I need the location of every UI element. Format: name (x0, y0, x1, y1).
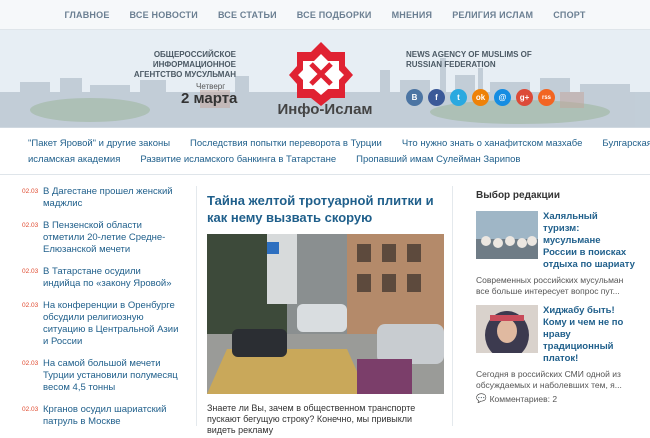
list-item[interactable]: 02.03 В Пензенской области отметили 20-л… (22, 220, 180, 256)
editor-item-title[interactable]: Хиджабу быть! Кому и чем не по нраву тра… (543, 305, 636, 365)
list-item[interactable]: 02.03 На конференции в Оренбурге обсудил… (22, 300, 180, 348)
social-links: B f t ok @ g+ rss (406, 89, 555, 106)
comment-icon: 💬 (476, 393, 487, 403)
twitter-icon[interactable]: t (450, 89, 467, 106)
list-item[interactable]: Халяльный туризм: мусульмане России в по… (466, 211, 636, 297)
list-item[interactable]: Хиджабу быть! Кому и чем не по нраву тра… (466, 305, 636, 404)
list-item[interactable]: 02.03 Крганов осудил шариатский патруль … (22, 404, 180, 428)
news-date: 02.03 (22, 302, 39, 309)
tag-link[interactable]: Развитие исламского банкинга в Татарстан… (140, 152, 336, 168)
current-date: 2 марта (181, 90, 238, 107)
tag-link[interactable]: Что нужно знать о ханафитском мазхабе (402, 136, 583, 152)
news-title[interactable]: В Пензенской области отметили 20-летие С… (43, 220, 180, 256)
list-item[interactable]: 02.03 На самой большой мечети Турции уст… (22, 358, 180, 394)
tagline-left: ОБЩЕРОССИЙСКОЕ ИНФОРМАЦИОННОЕ АГЕНТСТВО … (133, 50, 236, 79)
tagline-right: NEWS AGENCY OF MUSLIMS OF RUSSIAN FEDERA… (406, 50, 532, 69)
rss-icon[interactable]: rss (538, 89, 555, 106)
editors-choice-heading: Выбор редакции (476, 190, 560, 201)
news-feed: 02.03 В Дагестане прошел женский маджлис… (22, 186, 180, 438)
facebook-icon[interactable]: f (428, 89, 445, 106)
logo-text[interactable]: Инфо-Ислам (270, 101, 380, 118)
main-article: Тайна желтой тротуарной плитки и как нем… (196, 186, 453, 435)
nav-all-articles[interactable]: ВСЕ СТАТЬИ (218, 10, 277, 20)
mailru-icon[interactable]: @ (494, 89, 511, 106)
news-title[interactable]: На конференции в Оренбурге обсудили рели… (43, 300, 180, 348)
news-date: 02.03 (22, 360, 39, 367)
list-item[interactable]: 02.03 В Дагестане прошел женский маджлис (22, 186, 180, 210)
tag-link[interactable]: исламская академия (28, 152, 120, 168)
tag-link[interactable]: Булгарская (602, 136, 650, 152)
article-thumbnail[interactable] (476, 305, 538, 353)
news-date: 02.03 (22, 268, 39, 275)
nav-all-collections[interactable]: ВСЕ ПОДБОРКИ (297, 10, 372, 20)
news-date: 02.03 (22, 188, 39, 195)
main-article-photo[interactable] (207, 234, 444, 394)
top-nav: ГЛАВНОЕ ВСЕ НОВОСТИ ВСЕ СТАТЬИ ВСЕ ПОДБО… (0, 0, 650, 30)
googleplus-icon[interactable]: g+ (516, 89, 533, 106)
odnoklassniki-icon[interactable]: ok (472, 89, 489, 106)
info-islam-logo-icon[interactable] (287, 40, 355, 110)
editors-choice: Выбор редакции Халяльный туризм: мусульм… (466, 186, 636, 412)
news-date: 02.03 (22, 406, 39, 413)
comments-count[interactable]: 💬 Комментариев: 2 (476, 393, 636, 404)
news-date: 02.03 (22, 222, 39, 229)
tag-link[interactable]: Пропавший имам Сулейман Зарипов (356, 152, 520, 168)
vk-icon[interactable]: B (406, 89, 423, 106)
nav-sport[interactable]: СПОРТ (553, 10, 585, 20)
nav-religion-islam[interactable]: РЕЛИГИЯ ИСЛАМ (452, 10, 533, 20)
news-title[interactable]: В Дагестане прошел женский маджлис (43, 186, 180, 210)
news-title[interactable]: В Татарстане осудили индийца по «закону … (43, 266, 180, 290)
article-thumbnail[interactable] (476, 211, 538, 259)
nav-home[interactable]: ГЛАВНОЕ (64, 10, 109, 20)
tag-link[interactable]: Последствия попытки переворота в Турции (190, 136, 382, 152)
editor-item-title[interactable]: Халяльный туризм: мусульмане России в по… (543, 211, 636, 271)
news-title[interactable]: На самой большой мечети Турции установил… (43, 358, 180, 394)
list-item[interactable]: 02.03 В Татарстане осудили индийца по «з… (22, 266, 180, 290)
editor-item-excerpt: Современных российских мусульман все бол… (476, 275, 624, 296)
nav-all-news[interactable]: ВСЕ НОВОСТИ (130, 10, 198, 20)
tag-link[interactable]: "Пакет Яровой" и другие законы (28, 136, 170, 152)
topic-tags: "Пакет Яровой" и другие законы Последств… (0, 130, 650, 175)
comments-label: Комментариев: 2 (489, 393, 558, 404)
nav-opinions[interactable]: МНЕНИЯ (392, 10, 433, 20)
main-article-title[interactable]: Тайна желтой тротуарной плитки и как нем… (207, 192, 442, 226)
news-title[interactable]: Крганов осудил шариатский патруль в Моск… (43, 404, 180, 428)
editor-item-excerpt: Сегодня в российских СМИ одной из обсужд… (476, 369, 622, 390)
